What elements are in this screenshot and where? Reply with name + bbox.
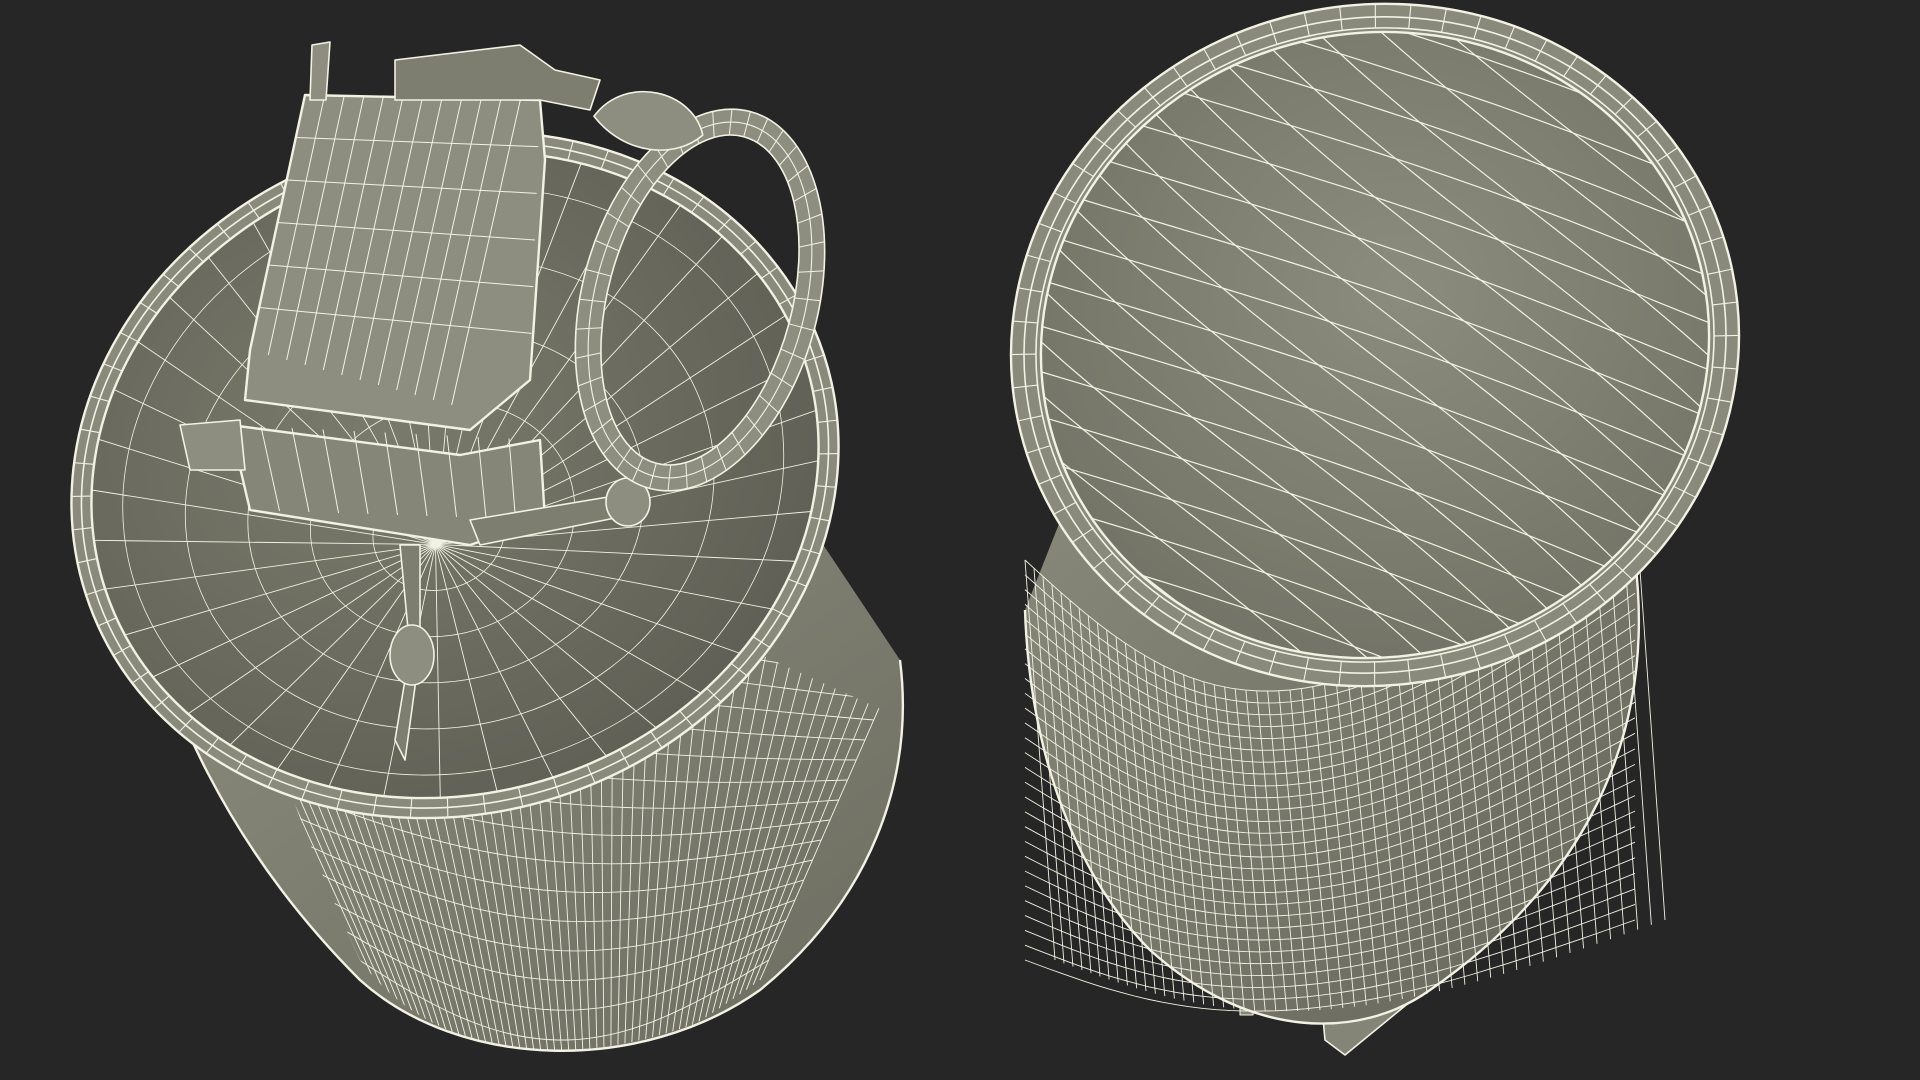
render-viewport [0,0,1920,1080]
